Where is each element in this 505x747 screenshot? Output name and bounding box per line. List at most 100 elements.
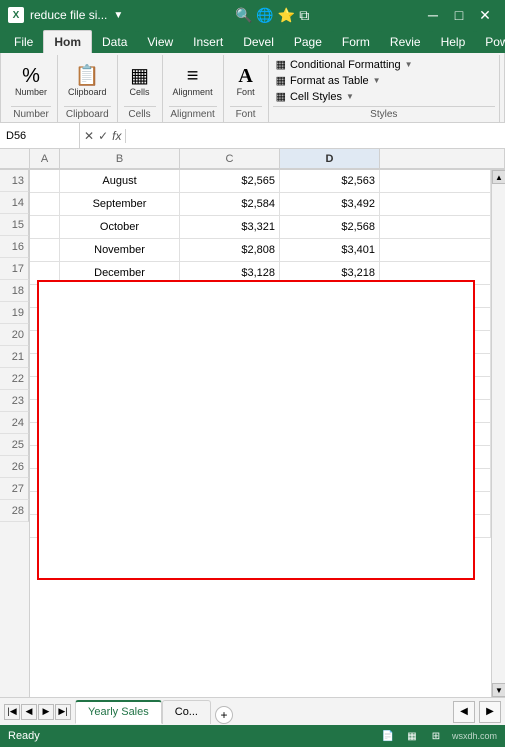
ribbon-group-font: A Font Font [224, 55, 269, 122]
tab-insert[interactable]: Insert [183, 31, 233, 53]
status-layout-icon[interactable]: ⊞ [428, 728, 444, 744]
watermark-text: wsxdh.com [452, 731, 497, 741]
row-header-13[interactable]: 13 [0, 170, 29, 192]
title-bar-dropdown-icon[interactable]: ▼ [113, 10, 123, 21]
clipboard-button[interactable]: 📋 Clipboard [64, 65, 111, 98]
tab-page[interactable]: Page [284, 31, 332, 53]
percent-icon: % [22, 66, 40, 86]
cell-b15[interactable]: October [60, 216, 180, 238]
cell-b13[interactable]: August [60, 170, 180, 192]
cell-d15[interactable]: $2,568 [280, 216, 380, 238]
conditional-formatting-button[interactable]: ▦ Conditional Formatting ▼ [273, 57, 495, 72]
maximize-button[interactable]: □ [447, 3, 471, 27]
status-bar-right: 📄 ▦ ⊞ wsxdh.com [380, 728, 497, 744]
status-page-icon[interactable]: 📄 [380, 728, 396, 744]
tab-help[interactable]: Help [431, 31, 476, 53]
title-bar-filename: reduce file si... [30, 8, 107, 22]
share-icon: ⭐ [278, 7, 295, 24]
table-row: November $2,808 $3,401 [30, 239, 491, 262]
cell-a15[interactable] [30, 216, 60, 238]
scroll-up-button[interactable]: ▲ [492, 170, 505, 184]
row-header-16[interactable]: 16 [0, 236, 29, 258]
ribbon-row: % Number Number 📋 Clipboard Clipboard [5, 55, 500, 122]
row-header-24[interactable]: 24 [0, 412, 29, 434]
cell-c13[interactable]: $2,565 [180, 170, 280, 192]
app-container: X reduce file si... ▼ 🔍 🌐 ⭐ ⧉ ─ □ ✕ File… [0, 0, 505, 747]
row-header-15[interactable]: 15 [0, 214, 29, 236]
row-header-25[interactable]: 25 [0, 434, 29, 456]
col-header-d[interactable]: D [280, 149, 380, 169]
tab-revie[interactable]: Revie [380, 31, 431, 53]
cell-rest-15[interactable] [380, 216, 491, 238]
tab-form[interactable]: Form [332, 31, 380, 53]
scrollbar-track[interactable] [492, 184, 505, 683]
sheet-bottom: |◀ ◀ ▶ ▶| Yearly Sales Co... + ◀ ▶ [0, 697, 505, 725]
tab-nav-first-button[interactable]: |◀ [4, 704, 20, 720]
cell-styles-button[interactable]: ▦ Cell Styles ▼ [273, 89, 495, 104]
tab-scroll-right-button[interactable]: ▶ [479, 701, 501, 723]
tab-data[interactable]: Data [92, 31, 137, 53]
minimize-button[interactable]: ─ [421, 3, 445, 27]
cell-b16[interactable]: November [60, 239, 180, 261]
add-sheet-button[interactable]: + [215, 706, 233, 724]
cell-c14[interactable]: $2,584 [180, 193, 280, 215]
row-header-27[interactable]: 27 [0, 478, 29, 500]
alignment-button[interactable]: ≡ Alignment [169, 65, 217, 98]
tab-nav-next-button[interactable]: ▶ [38, 704, 54, 720]
cell-d14[interactable]: $3,492 [280, 193, 380, 215]
cell-b14[interactable]: September [60, 193, 180, 215]
sheet-tab-co[interactable]: Co... [162, 700, 211, 724]
name-box[interactable]: D56 [0, 123, 80, 148]
row-header-28[interactable]: 28 [0, 500, 29, 522]
status-grid-icon[interactable]: ▦ [404, 728, 420, 744]
tab-home[interactable]: Hom [43, 30, 92, 53]
cell-rest-13[interactable] [380, 170, 491, 192]
row-header-22[interactable]: 22 [0, 368, 29, 390]
row-header-18[interactable]: 18 [0, 280, 29, 302]
cell-c15[interactable]: $3,321 [180, 216, 280, 238]
cell-a16[interactable] [30, 239, 60, 261]
row-header-20[interactable]: 20 [0, 324, 29, 346]
row-header-21[interactable]: 21 [0, 346, 29, 368]
chart-box[interactable] [37, 280, 475, 580]
number-format-button[interactable]: % Number [11, 65, 51, 98]
table-row: October $3,321 $2,568 [30, 216, 491, 239]
tab-nav-last-button[interactable]: ▶| [55, 704, 71, 720]
col-header-c[interactable]: C [180, 149, 280, 169]
col-header-b[interactable]: B [60, 149, 180, 169]
cell-a13[interactable] [30, 170, 60, 192]
row-header-26[interactable]: 26 [0, 456, 29, 478]
cell-d13[interactable]: $2,563 [280, 170, 380, 192]
ribbon-group-alignment: ≡ Alignment Alignment [163, 55, 224, 122]
cell-d16[interactable]: $3,401 [280, 239, 380, 261]
row-header-23[interactable]: 23 [0, 390, 29, 412]
insert-function-button[interactable]: fx [112, 129, 121, 143]
format-as-table-button[interactable]: ▦ Format as Table ▼ [273, 73, 495, 88]
cells-button[interactable]: ▦ Cells [124, 65, 156, 98]
sheet-tab-yearly-sales[interactable]: Yearly Sales [75, 700, 162, 724]
row-header-17[interactable]: 17 [0, 258, 29, 280]
cell-c16[interactable]: $2,808 [180, 239, 280, 261]
font-button[interactable]: A Font [230, 65, 262, 98]
col-header-a[interactable]: A [30, 149, 60, 169]
tab-scroll-left-button[interactable]: ◀ [453, 701, 475, 723]
tab-view[interactable]: View [137, 31, 183, 53]
close-button[interactable]: ✕ [473, 3, 497, 27]
cell-rest-14[interactable] [380, 193, 491, 215]
formula-input[interactable] [126, 130, 505, 142]
clipboard-group-label: Clipboard [64, 106, 111, 122]
row-header-14[interactable]: 14 [0, 192, 29, 214]
cell-rest-16[interactable] [380, 239, 491, 261]
tab-powe[interactable]: Powe [475, 31, 505, 53]
cells-label: Cells [130, 87, 150, 97]
cell-a14[interactable] [30, 193, 60, 215]
accept-formula-button[interactable]: ✓ [98, 129, 108, 143]
row-header-19[interactable]: 19 [0, 302, 29, 324]
tab-file[interactable]: File [4, 31, 43, 53]
cancel-formula-button[interactable]: ✕ [84, 129, 94, 143]
font-icon: A [238, 66, 252, 86]
tab-nav-prev-button[interactable]: ◀ [21, 704, 37, 720]
tab-devel[interactable]: Devel [233, 31, 284, 53]
font-group-label: Font [230, 106, 262, 122]
scroll-down-button[interactable]: ▼ [492, 683, 505, 697]
